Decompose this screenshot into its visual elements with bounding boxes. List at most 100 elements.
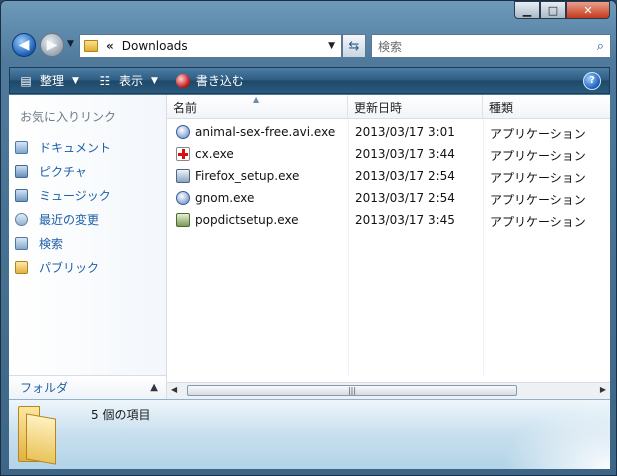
refresh-button[interactable]: ⇆	[342, 34, 366, 58]
file-row[interactable]: gnom.exe 2013/03/17 2:54 アプリケーション	[167, 188, 610, 210]
refresh-icon: ⇆	[348, 38, 360, 54]
breadcrumb-overflow[interactable]: «	[106, 39, 114, 53]
recent-pages-dropdown-icon[interactable]: ▼	[67, 39, 74, 49]
help-icon[interactable]: ?	[583, 71, 601, 90]
favorite-searches[interactable]: 検索	[15, 231, 111, 255]
back-button[interactable]: ◀	[12, 33, 36, 57]
file-name: Firefox_setup.exe	[195, 169, 300, 183]
favorite-label: 最近の変更	[39, 212, 100, 227]
minimize-button[interactable]: ▁	[514, 1, 540, 19]
column-date-label: 更新日時	[354, 100, 403, 115]
favorite-links-list: ドキュメント ピクチャ ミュージック 最近の変更 検索 パブリック	[15, 135, 111, 279]
file-type: アプリケーション	[490, 193, 586, 207]
forward-button[interactable]: ▶	[40, 33, 64, 57]
search-icon[interactable]: ⌕	[597, 39, 604, 54]
address-bar[interactable]: « Downloads ▼	[79, 34, 342, 58]
favorite-links-title: お気に入りリンク	[20, 110, 117, 124]
setup-info-icon	[176, 125, 190, 139]
close-button[interactable]: ✕	[566, 1, 610, 19]
documents-icon	[15, 140, 28, 154]
burn-disc-icon	[175, 73, 190, 88]
maximize-button[interactable]: □	[540, 1, 566, 19]
navigation-bar: ◀ ▶ ▼ « Downloads ▼ ⇆ 検索 ⌕	[9, 31, 611, 61]
file-date: 2013/03/17 3:44	[355, 147, 455, 161]
file-name: animal-sex-free.avi.exe	[195, 125, 336, 139]
organize-icon: ▤	[20, 73, 32, 88]
setup-info-icon	[176, 191, 190, 205]
favorite-label: ピクチャ	[39, 164, 87, 179]
pictures-icon	[15, 164, 28, 178]
favorite-label: パブリック	[39, 260, 100, 275]
explorer-window: ▁ □ ✕ ◀ ▶ ▼ « Downloads ▼ ⇆ 検索 ⌕ ▤ 整理 ▼ …	[0, 0, 617, 476]
navigation-pane: お気に入りリンク ドキュメント ピクチャ ミュージック 最近の変更 検索 パブリ…	[9, 95, 167, 399]
favorite-pictures[interactable]: ピクチャ	[15, 159, 111, 183]
favorite-label: ミュージック	[39, 188, 111, 203]
organize-label: 整理	[40, 74, 65, 88]
file-row[interactable]: cx.exe 2013/03/17 3:44 アプリケーション	[167, 144, 610, 166]
burn-label: 書き込む	[195, 74, 244, 88]
chevron-down-icon: ▼	[72, 75, 79, 86]
column-header-date[interactable]: 更新日時	[348, 95, 483, 119]
favorite-label: ドキュメント	[39, 140, 112, 155]
folder-icon	[84, 40, 98, 52]
file-row[interactable]: Firefox_setup.exe 2013/03/17 2:54 アプリケーシ…	[167, 166, 610, 188]
favorite-label: 検索	[39, 236, 64, 251]
searches-icon	[15, 236, 28, 250]
file-row[interactable]: popdictsetup.exe 2013/03/17 3:45 アプリケーショ…	[167, 210, 610, 232]
file-name: gnom.exe	[195, 191, 255, 205]
item-count: 5 個の項目	[91, 408, 151, 422]
folders-toggle[interactable]: フォルダ ▲	[9, 375, 166, 399]
content-area: お気に入りリンク ドキュメント ピクチャ ミュージック 最近の変更 検索 パブリ…	[9, 95, 610, 399]
file-date: 2013/03/17 2:54	[355, 169, 455, 183]
favorite-public[interactable]: パブリック	[15, 255, 111, 279]
file-date: 2013/03/17 3:01	[355, 125, 455, 139]
column-header-type[interactable]: 種類	[483, 95, 610, 119]
column-headers: 名前 ▲ 更新日時 種類	[167, 95, 610, 119]
file-list-pane: 名前 ▲ 更新日時 種類 animal-sex-free.avi.exe 201…	[167, 95, 610, 399]
folder-icon	[18, 406, 64, 465]
chevron-down-icon: ▼	[150, 75, 158, 86]
music-icon	[15, 188, 28, 202]
address-dropdown-icon[interactable]: ▼	[328, 41, 335, 51]
favorite-music[interactable]: ミュージック	[15, 183, 111, 207]
public-folder-icon	[15, 260, 28, 274]
command-bar: ▤ 整理 ▼ ☷ 表示 ▼ 書き込む ?	[9, 67, 610, 94]
back-arrow-icon: ◀	[18, 37, 30, 53]
views-button[interactable]: ☷ 表示 ▼	[97, 72, 158, 89]
horizontal-scrollbar[interactable]: ◀ ||| ▶	[167, 382, 610, 399]
burn-button[interactable]: 書き込む	[175, 72, 244, 89]
red-cross-icon	[176, 147, 190, 161]
chevron-up-icon: ▲	[150, 382, 158, 393]
details-pane: 5 個の項目	[9, 399, 610, 469]
breadcrumb-downloads[interactable]: Downloads	[122, 39, 188, 53]
column-type-label: 種類	[489, 100, 514, 115]
file-name: cx.exe	[195, 147, 234, 161]
file-date: 2013/03/17 3:45	[355, 213, 455, 227]
recent-changes-icon	[15, 212, 28, 226]
package-icon	[176, 213, 190, 227]
views-label: 表示	[118, 74, 143, 88]
views-icon: ☷	[99, 73, 111, 88]
file-type: アプリケーション	[490, 149, 586, 163]
file-row[interactable]: animal-sex-free.avi.exe 2013/03/17 3:01 …	[167, 122, 610, 144]
scroll-left-icon[interactable]: ◀	[171, 385, 177, 394]
decorative-swoosh	[500, 400, 610, 469]
organize-button[interactable]: ▤ 整理 ▼	[18, 72, 79, 89]
scrollbar-thumb[interactable]: |||	[187, 385, 517, 396]
search-placeholder: 検索	[378, 39, 403, 54]
scroll-right-icon[interactable]: ▶	[600, 385, 606, 394]
installer-icon	[176, 169, 190, 183]
sort-ascending-icon: ▲	[253, 95, 260, 104]
caption-buttons: ▁ □ ✕	[514, 1, 610, 19]
favorite-documents[interactable]: ドキュメント	[15, 135, 111, 159]
forward-arrow-icon: ▶	[46, 37, 58, 53]
file-type: アプリケーション	[490, 215, 586, 229]
file-list: animal-sex-free.avi.exe 2013/03/17 3:01 …	[167, 122, 610, 232]
file-type: アプリケーション	[490, 127, 586, 141]
file-name: popdictsetup.exe	[195, 213, 299, 227]
search-box[interactable]: 検索 ⌕	[371, 34, 611, 58]
column-name-label: 名前	[173, 100, 198, 115]
favorite-recent-changes[interactable]: 最近の変更	[15, 207, 111, 231]
file-date: 2013/03/17 2:54	[355, 191, 455, 205]
folders-label: フォルダ	[20, 381, 69, 395]
